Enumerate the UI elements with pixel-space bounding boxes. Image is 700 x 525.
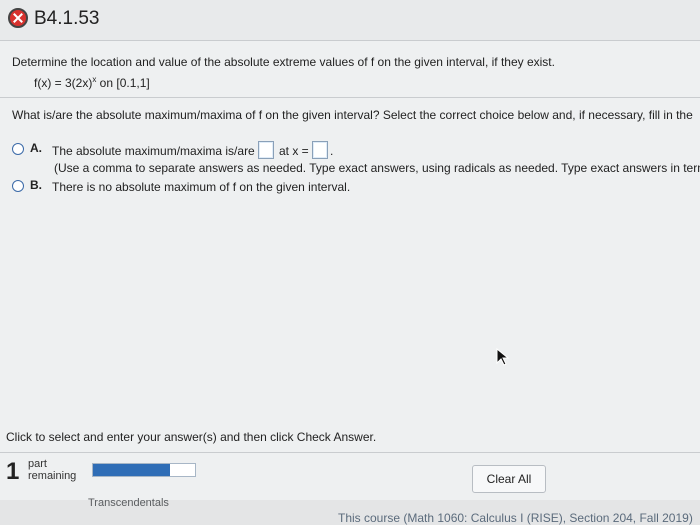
parts-label-part: part [28,458,47,470]
prompt-text: What is/are the absolute maximum/maxima … [12,108,693,122]
parts-label-remaining: remaining [28,470,77,482]
mouse-cursor-icon [496,348,510,366]
option-b-text: There is no absolute maximum of f on the… [52,180,351,194]
function-expression: f(x) = 3(2x)x on [0.1,1] [34,75,150,90]
progress-bar [92,463,196,477]
option-b-letter: B. [30,178,42,192]
max-value-input[interactable] [258,141,274,159]
clipped-section-text: Transcendentals [88,497,169,509]
problem-header: B4.1.53 [0,0,700,41]
parts-remaining-count: 1 [6,458,20,485]
option-a-letter: A. [30,141,42,155]
progress-fill [93,464,170,476]
question-text: Determine the location and value of the … [12,55,555,69]
clear-all-button[interactable]: Clear All [472,465,546,493]
option-a-note: (Use a comma to separate answers as need… [54,161,700,175]
option-a-at-x-label: at x = [279,144,309,158]
function-interval: on [0.1,1] [96,76,150,90]
course-footer-text: This course (Math 1060: Calculus I (RISE… [338,511,693,525]
option-a-radio[interactable] [12,143,24,155]
divider [0,97,700,98]
instruction-text: Click to select and enter your answer(s)… [6,430,377,444]
option-b-radio[interactable] [12,180,24,192]
function-lhs: f(x) = 3(2x) [34,76,93,90]
x-location-input[interactable] [312,141,328,159]
incorrect-icon [8,8,28,28]
app-screen: B4.1.53 Determine the location and value… [0,0,700,500]
footer-divider [0,452,700,453]
option-a-text: The absolute maximum/maxima is/are [52,144,255,158]
option-a-period: . [330,144,334,158]
parts-remaining-label: part remaining [28,458,76,482]
problem-id: B4.1.53 [34,8,100,29]
